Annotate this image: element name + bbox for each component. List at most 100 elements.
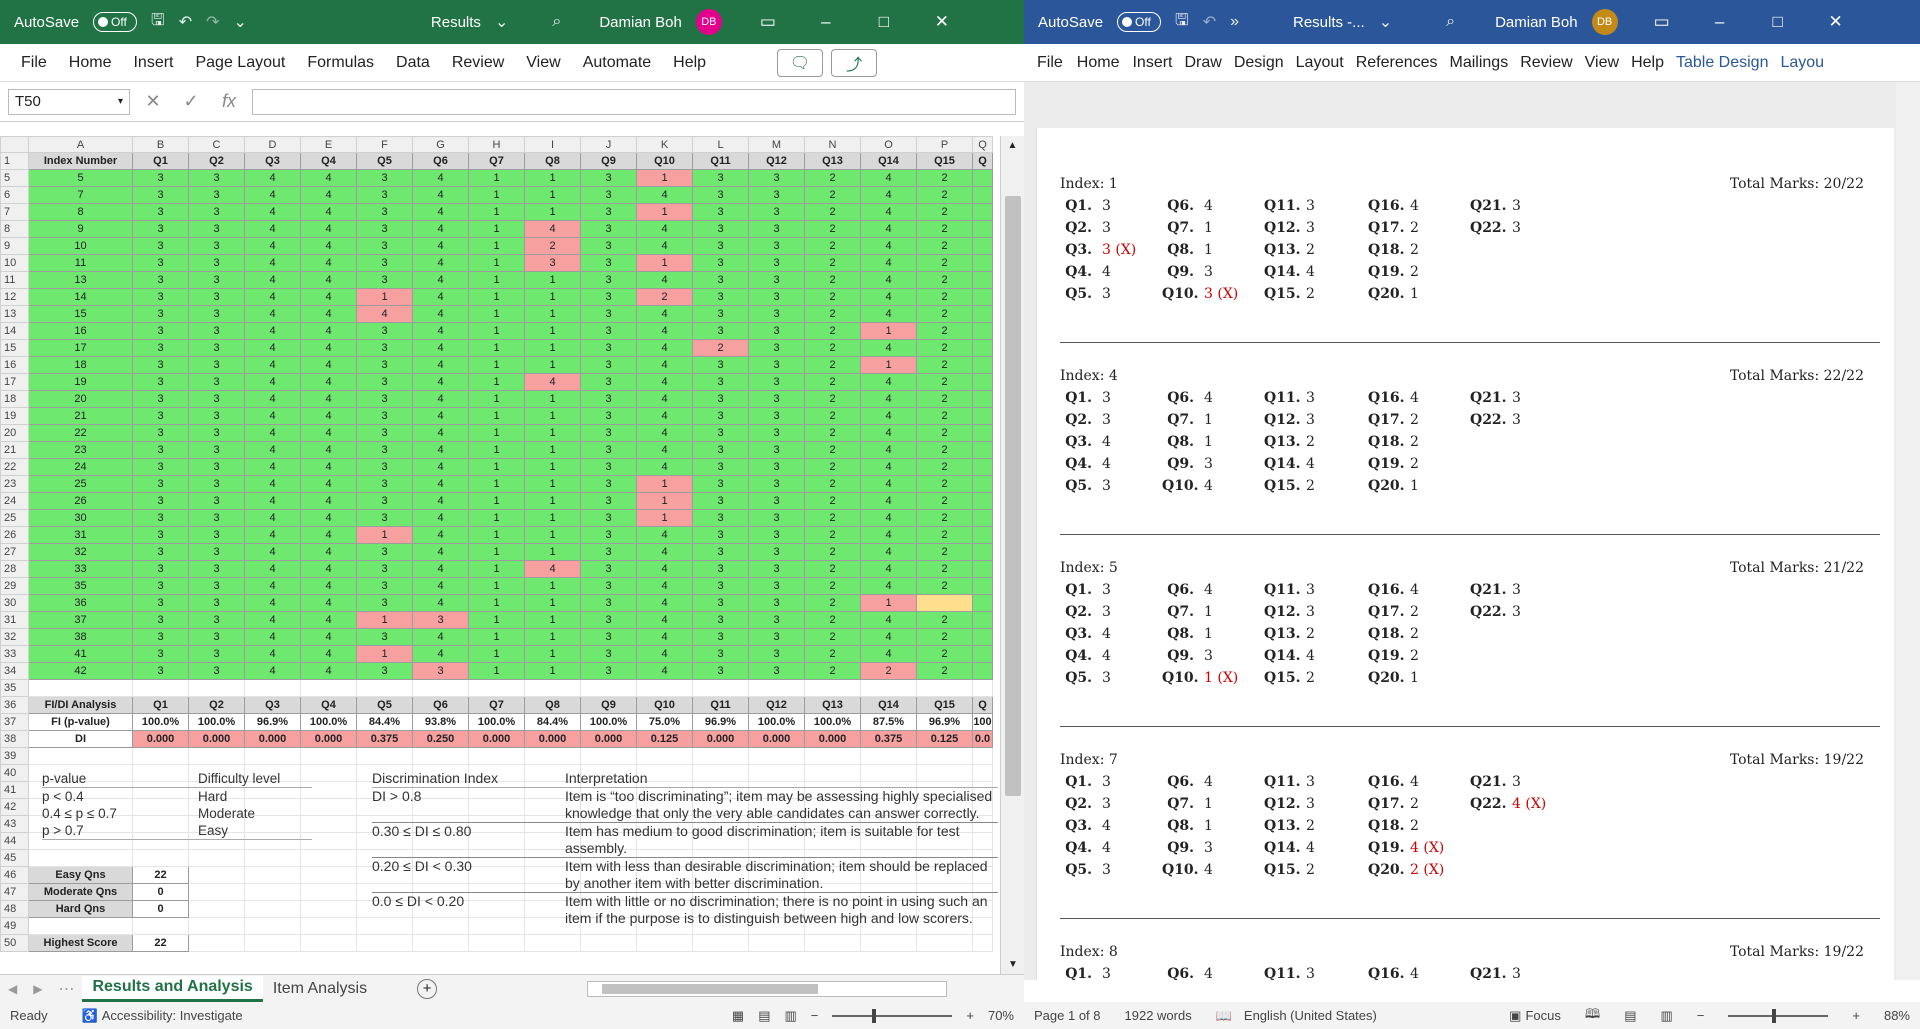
- score-cell[interactable]: 3: [412, 662, 469, 680]
- score-cell[interactable]: 3: [580, 220, 637, 238]
- score-cell[interactable]: 4: [300, 441, 357, 459]
- score-cell[interactable]: 4: [244, 662, 301, 680]
- score-cell[interactable]: 3: [692, 288, 749, 306]
- score-cell[interactable]: 4: [636, 390, 693, 408]
- empty-cell[interactable]: [860, 679, 917, 697]
- score-cell[interactable]: 3: [356, 594, 413, 612]
- score-cell[interactable]: 3: [132, 662, 189, 680]
- score-cell[interactable]: 3: [580, 662, 637, 680]
- row-header[interactable]: 49: [0, 917, 29, 935]
- score-cell[interactable]: 2: [916, 339, 973, 357]
- analysis-cell[interactable]: 0.000: [580, 730, 637, 748]
- column-header[interactable]: J: [580, 136, 637, 153]
- empty-cell[interactable]: [524, 934, 581, 952]
- index-cell[interactable]: 17: [28, 339, 133, 357]
- enter-icon[interactable]: ✓: [176, 91, 206, 112]
- score-cell[interactable]: 3: [356, 458, 413, 476]
- score-cell[interactable]: 3: [356, 441, 413, 459]
- score-cell[interactable]: 4: [412, 322, 469, 340]
- empty-cell[interactable]: [188, 747, 245, 765]
- count-value[interactable]: 22: [132, 866, 189, 884]
- score-cell[interactable]: 3: [356, 628, 413, 646]
- analysis-cell[interactable]: 96.9%: [244, 713, 301, 731]
- score-cell[interactable]: 3: [580, 560, 637, 578]
- zoom-out-icon[interactable]: −: [1697, 1008, 1705, 1023]
- score-cell[interactable]: 1: [468, 628, 525, 646]
- minimize-icon[interactable]: –: [1698, 12, 1742, 32]
- score-cell[interactable]: 3: [188, 322, 245, 340]
- share-button[interactable]: ⤴: [831, 48, 878, 77]
- score-cell[interactable]: 3: [132, 407, 189, 425]
- empty-cell[interactable]: [972, 934, 993, 952]
- score-cell[interactable]: 3: [692, 509, 749, 527]
- menu-insert[interactable]: Insert: [122, 54, 184, 72]
- score-cell[interactable]: 2: [804, 373, 861, 391]
- analysis-cell[interactable]: 75.0%: [636, 713, 693, 731]
- score-cell[interactable]: 4: [636, 594, 693, 612]
- score-cell[interactable]: 3: [132, 339, 189, 357]
- next-sheet-icon[interactable]: ▶: [25, 982, 50, 996]
- score-cell[interactable]: [972, 424, 993, 442]
- score-cell[interactable]: 3: [580, 305, 637, 323]
- score-cell[interactable]: 4: [300, 628, 357, 646]
- score-cell[interactable]: 3: [692, 271, 749, 289]
- index-cell[interactable]: 42: [28, 662, 133, 680]
- score-cell[interactable]: 2: [804, 305, 861, 323]
- empty-cell[interactable]: [356, 934, 413, 952]
- score-cell[interactable]: 3: [188, 543, 245, 561]
- score-cell[interactable]: 3: [132, 543, 189, 561]
- score-cell[interactable]: 3: [692, 577, 749, 595]
- score-cell[interactable]: 4: [860, 373, 917, 391]
- score-cell[interactable]: 1: [356, 526, 413, 544]
- empty-cell[interactable]: [580, 747, 637, 765]
- score-cell[interactable]: 1: [468, 594, 525, 612]
- index-cell[interactable]: 10: [28, 237, 133, 255]
- score-cell[interactable]: 3: [188, 526, 245, 544]
- row-header[interactable]: 43: [0, 815, 29, 833]
- score-cell[interactable]: [972, 662, 993, 680]
- analysis-cell[interactable]: FI (p-value): [28, 713, 133, 731]
- menu-file[interactable]: File: [10, 54, 58, 72]
- score-cell[interactable]: 3: [692, 169, 749, 187]
- menu-view[interactable]: View: [1579, 54, 1625, 72]
- score-cell[interactable]: 4: [244, 543, 301, 561]
- empty-cell[interactable]: [356, 747, 413, 765]
- score-cell[interactable]: 1: [524, 441, 581, 459]
- analysis-cell[interactable]: Q3: [244, 696, 301, 714]
- empty-cell[interactable]: [300, 883, 357, 901]
- count-value[interactable]: 22: [132, 934, 189, 952]
- chevron-down-icon[interactable]: ▾: [118, 96, 123, 107]
- row-header[interactable]: 18: [0, 390, 29, 408]
- score-cell[interactable]: 2: [636, 288, 693, 306]
- empty-cell[interactable]: [412, 679, 469, 697]
- analysis-cell[interactable]: 0.375: [356, 730, 413, 748]
- score-cell[interactable]: 3: [188, 271, 245, 289]
- sheet-tab-results[interactable]: Results and Analysis: [82, 975, 263, 1002]
- score-cell[interactable]: 2: [804, 254, 861, 272]
- score-cell[interactable]: 1: [524, 458, 581, 476]
- score-cell[interactable]: 1: [356, 611, 413, 629]
- maximize-icon[interactable]: □: [1756, 12, 1800, 32]
- undo-icon[interactable]: ↶: [1203, 12, 1216, 32]
- score-cell[interactable]: 4: [244, 271, 301, 289]
- score-cell[interactable]: 1: [468, 577, 525, 595]
- empty-cell[interactable]: [804, 934, 861, 952]
- score-cell[interactable]: 2: [860, 662, 917, 680]
- header-cell[interactable]: Q6: [412, 152, 469, 170]
- row-header[interactable]: 48: [0, 900, 29, 918]
- score-cell[interactable]: 3: [412, 611, 469, 629]
- index-cell[interactable]: 20: [28, 390, 133, 408]
- score-cell[interactable]: 3: [748, 373, 805, 391]
- score-cell[interactable]: [972, 526, 993, 544]
- column-header[interactable]: G: [412, 136, 469, 153]
- score-cell[interactable]: 3: [356, 356, 413, 374]
- score-cell[interactable]: 2: [804, 662, 861, 680]
- score-cell[interactable]: [972, 611, 993, 629]
- empty-cell[interactable]: [300, 747, 357, 765]
- score-cell[interactable]: 2: [804, 611, 861, 629]
- analysis-cell[interactable]: Q8: [524, 696, 581, 714]
- analysis-cell[interactable]: 100.0%: [132, 713, 189, 731]
- score-cell[interactable]: 2: [804, 526, 861, 544]
- column-header[interactable]: F: [356, 136, 413, 153]
- score-cell[interactable]: 4: [636, 577, 693, 595]
